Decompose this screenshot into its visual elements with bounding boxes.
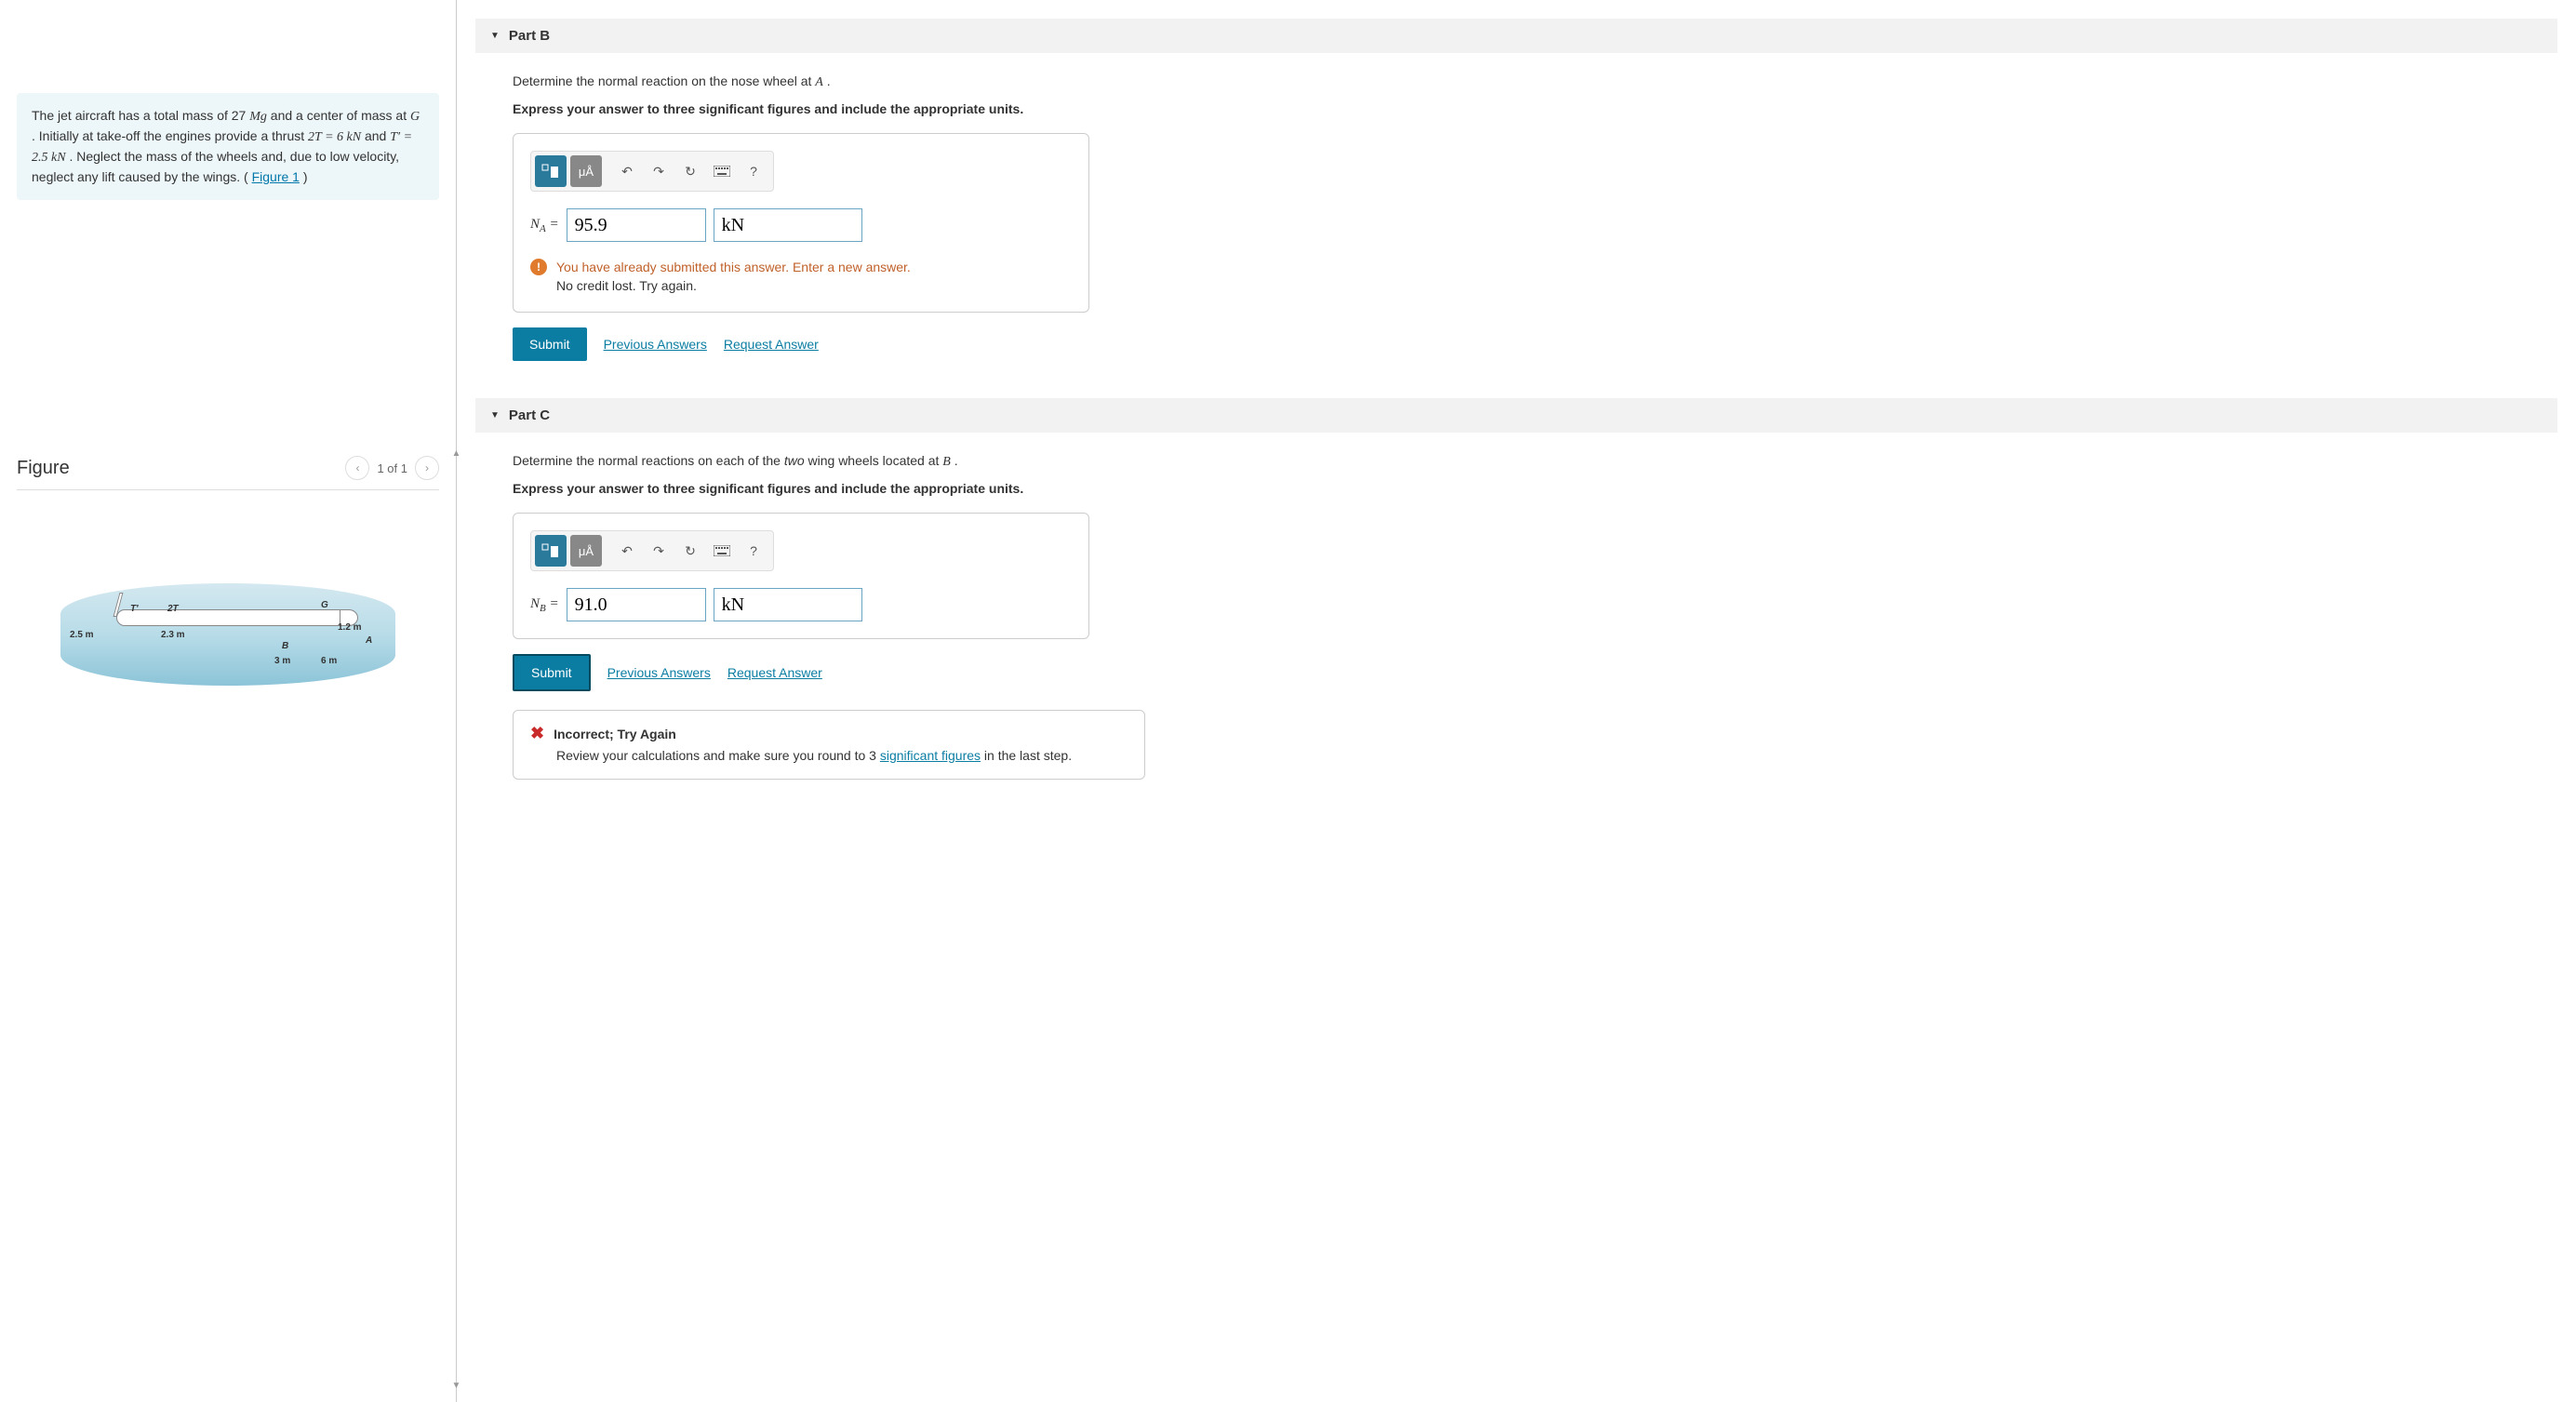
var-a: A [815, 75, 823, 89]
incorrect-title: Incorrect; Try Again [554, 727, 676, 741]
part-c-question-end: . [954, 453, 958, 468]
units-button[interactable]: μÅ [570, 155, 602, 187]
left-panel: The jet aircraft has a total mass of 27 … [0, 0, 456, 1402]
figure-prev-button[interactable]: ‹ [345, 456, 369, 480]
templates-button[interactable] [535, 155, 567, 187]
answer-label-nb: NB = [530, 596, 559, 614]
figure-link[interactable]: Figure 1 [252, 169, 300, 184]
x-icon: ✖ [530, 724, 544, 743]
problem-text: and [365, 128, 390, 143]
part-c-toolbar: μÅ ↶ ↷ ↻ ? [530, 530, 774, 571]
dim-2-5m: 2.5 m [70, 630, 94, 640]
templates-button[interactable] [535, 535, 567, 567]
units-button[interactable]: μÅ [570, 535, 602, 567]
part-c-question-mid: wing wheels located at [808, 453, 943, 468]
scroll-down-icon[interactable]: ▼ [449, 1379, 463, 1393]
undo-button[interactable]: ↶ [611, 535, 643, 567]
label-b: B [282, 641, 288, 651]
part-c-question-em: two [784, 453, 805, 468]
dim-2-3m: 2.3 m [161, 630, 185, 640]
part-b-submit-button[interactable]: Submit [513, 327, 587, 361]
part-b-feedback: You have already submitted this answer. … [556, 259, 911, 295]
problem-text: and a center of mass at [271, 108, 410, 123]
label-2t: 2T [167, 604, 179, 614]
label-a: A [366, 635, 372, 646]
part-c-value-input[interactable] [567, 588, 706, 621]
mass-unit: Mg [249, 110, 267, 124]
keyboard-button[interactable] [706, 535, 738, 567]
part-c-previous-answers-link[interactable]: Previous Answers [607, 665, 711, 680]
part-c-body: Determine the normal reactions on each o… [475, 433, 2557, 798]
dim-6m: 6 m [321, 656, 337, 666]
problem-statement: The jet aircraft has a total mass of 27 … [17, 93, 439, 200]
problem-text: . Neglect the mass of the wheels and, du… [32, 149, 399, 184]
part-b-answer-box: μÅ ↶ ↷ ↻ ? NA = ! You h [513, 133, 1089, 313]
incorrect-body-pre: Review your calculations and make sure y… [556, 748, 880, 763]
right-panel: ▼ Part B Determine the normal reaction o… [457, 0, 2576, 1402]
redo-button[interactable]: ↷ [643, 155, 674, 187]
part-c-submit-button[interactable]: Submit [513, 654, 591, 691]
keyboard-button[interactable] [706, 155, 738, 187]
problem-text: . Initially at take-off the engines prov… [32, 128, 308, 143]
part-c-question: Determine the normal reactions on each o… [513, 453, 784, 468]
panel-divider[interactable]: ▲ ▼ [456, 0, 457, 1402]
reset-button[interactable]: ↻ [674, 535, 706, 567]
part-b-units-input[interactable] [714, 208, 862, 242]
part-c-title: Part C [509, 407, 550, 423]
undo-button[interactable]: ↶ [611, 155, 643, 187]
part-b-title: Part B [509, 28, 550, 44]
dim-3m: 3 m [274, 656, 290, 666]
part-b-request-answer-link[interactable]: Request Answer [724, 337, 819, 352]
label-t-prime: T′ [130, 604, 139, 614]
part-c-instruction: Express your answer to three significant… [513, 481, 2520, 496]
dim-1-2m: 1.2 m [338, 622, 362, 633]
figure-section: Figure ‹ 1 of 1 › T′ 2T G B A 2.5 m [17, 456, 439, 686]
part-b-question: Determine the normal reaction on the nos… [513, 73, 815, 88]
problem-text: The jet aircraft has a total mass of 27 [32, 108, 249, 123]
redo-button[interactable]: ↷ [643, 535, 674, 567]
problem-text: ) [303, 169, 308, 184]
part-c-incorrect-box: ✖ Incorrect; Try Again Review your calcu… [513, 710, 1145, 780]
var-b: B [942, 455, 951, 469]
warning-icon: ! [530, 259, 547, 275]
part-b-toolbar: μÅ ↶ ↷ ↻ ? [530, 151, 774, 192]
part-b-header[interactable]: ▼ Part B [475, 19, 2557, 53]
part-b-value-input[interactable] [567, 208, 706, 242]
help-button[interactable]: ? [738, 535, 769, 567]
part-c-units-input[interactable] [714, 588, 862, 621]
scroll-up-icon[interactable]: ▲ [449, 447, 463, 461]
collapse-icon: ▼ [490, 31, 500, 41]
figure-counter: 1 of 1 [377, 461, 407, 475]
part-b-instruction: Express your answer to three significant… [513, 101, 2520, 116]
part-b-previous-answers-link[interactable]: Previous Answers [604, 337, 707, 352]
figure-next-button[interactable]: › [415, 456, 439, 480]
thrust-1: 2T = 6 kN [308, 130, 361, 144]
figure-title: Figure [17, 458, 70, 479]
part-b-body: Determine the normal reaction on the nos… [475, 53, 2557, 380]
reset-button[interactable]: ↻ [674, 155, 706, 187]
part-c-header[interactable]: ▼ Part C [475, 398, 2557, 433]
incorrect-body-post: in the last step. [984, 748, 1072, 763]
help-button[interactable]: ? [738, 155, 769, 187]
part-c-request-answer-link[interactable]: Request Answer [727, 665, 822, 680]
collapse-icon: ▼ [490, 410, 500, 421]
part-b-question-end: . [827, 73, 831, 88]
figure-image: T′ 2T G B A 2.5 m 2.3 m 1.2 m 3 m 6 m [17, 583, 439, 686]
var-g: G [410, 110, 420, 124]
answer-label-na: NA = [530, 217, 559, 234]
significant-figures-link[interactable]: significant figures [880, 748, 981, 763]
part-c-answer-box: μÅ ↶ ↷ ↻ ? NB = [513, 513, 1089, 639]
label-g: G [321, 600, 328, 610]
